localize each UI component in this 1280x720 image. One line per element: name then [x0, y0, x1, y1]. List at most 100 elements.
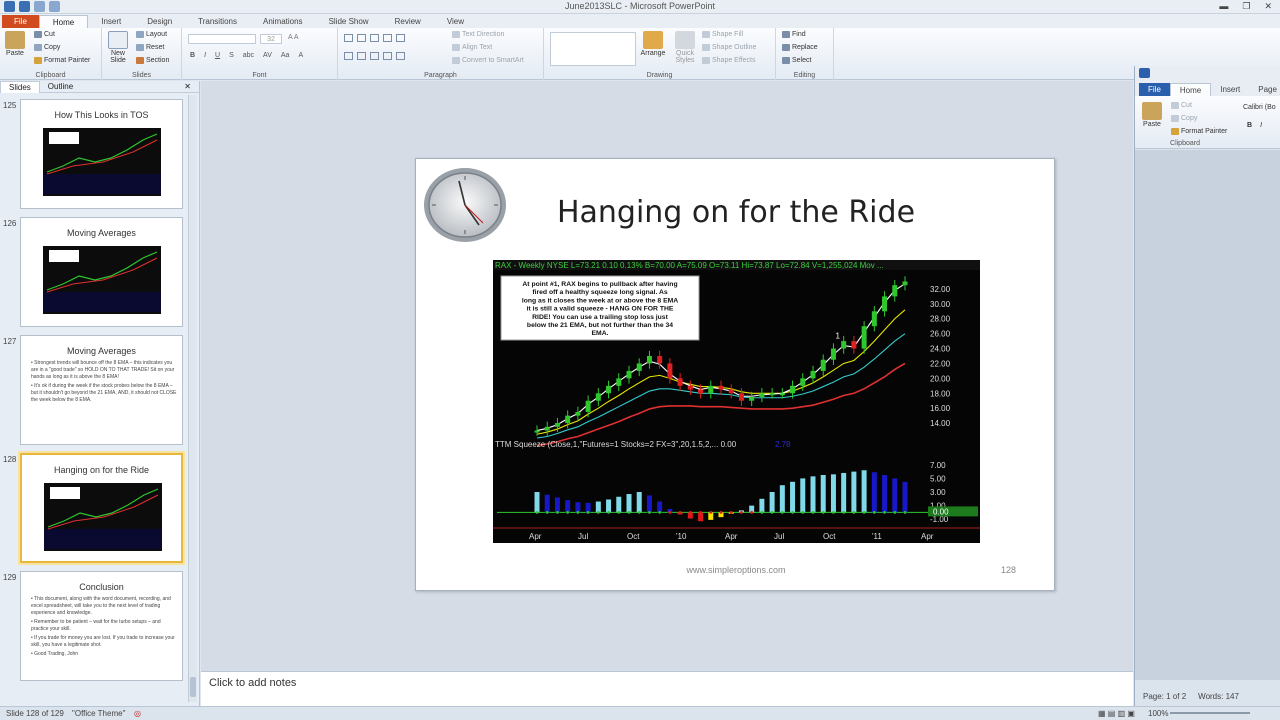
new-slide-button[interactable]: New Slide — [105, 31, 131, 64]
word-tab-insert[interactable]: Insert — [1211, 83, 1249, 96]
select-button[interactable]: Select — [782, 57, 811, 64]
squeeze-bar — [626, 494, 632, 513]
slide-thumbnail-129[interactable]: Conclusion • This document, along with th… — [20, 571, 183, 681]
zoom-level[interactable]: 100% — [1148, 709, 1168, 718]
squeeze-dot — [719, 511, 723, 514]
squeeze-dot — [617, 511, 621, 514]
squeeze-dot — [678, 511, 682, 514]
word-paste-button[interactable]: Paste — [1139, 102, 1165, 128]
price-candle — [769, 393, 775, 396]
find-button[interactable]: Find — [782, 31, 806, 38]
align-buttons[interactable] — [344, 52, 407, 60]
tab-review[interactable]: Review — [382, 15, 434, 28]
shape-fill-button[interactable]: Shape Fill — [702, 31, 743, 38]
format-painter-button[interactable]: Format Painter — [34, 57, 90, 64]
price-candle — [534, 430, 540, 433]
word-copy-button[interactable]: Copy — [1171, 115, 1197, 122]
reset-button[interactable]: Reset — [136, 44, 164, 51]
slide-thumbnail-128[interactable]: Hanging on for the Ride — [20, 453, 183, 563]
word-bold-italic[interactable]: BI — [1247, 122, 1262, 129]
zoom-slider[interactable] — [1170, 712, 1250, 714]
thumbnail-title: Conclusion — [79, 582, 124, 592]
clock-image — [424, 168, 506, 242]
slide-thumbnail-125[interactable]: How This Looks in TOS — [20, 99, 183, 209]
copy-icon — [1171, 115, 1179, 122]
tab-animations[interactable]: Animations — [250, 15, 316, 28]
tab-file[interactable]: File — [2, 15, 39, 28]
squeeze-bar — [769, 492, 775, 513]
tab-transitions[interactable]: Transitions — [185, 15, 250, 28]
text-direction-button[interactable]: Text Direction — [452, 31, 504, 38]
view-buttons[interactable]: ▦ ▤ ▥ ▣ — [1098, 709, 1135, 718]
tab-slides[interactable]: Slides — [0, 80, 40, 93]
reset-icon — [136, 44, 144, 51]
squeeze-bar — [779, 485, 785, 513]
align-text-button[interactable]: Align Text — [452, 44, 492, 51]
section-button[interactable]: Section — [136, 57, 169, 64]
slides-label: Slides — [131, 72, 152, 79]
squeeze-value: 2.78 — [775, 440, 791, 449]
slide-counter: Slide 128 of 129 — [6, 709, 64, 718]
minimize-button[interactable]: ▬ — [1219, 1, 1228, 12]
squeeze-dot — [709, 511, 713, 514]
tab-home[interactable]: Home — [38, 15, 89, 28]
shapes-gallery[interactable] — [550, 32, 636, 66]
restore-button[interactable]: ❐ — [1242, 1, 1250, 12]
word-document-area[interactable] — [1135, 150, 1280, 680]
font-grow-shrink[interactable]: A A — [288, 34, 299, 41]
quick-styles-button[interactable]: Quick Styles — [672, 31, 698, 64]
tab-view[interactable]: View — [434, 15, 477, 28]
quick-styles-icon — [675, 31, 695, 49]
spellcheck-icon[interactable]: ◎ — [134, 709, 141, 718]
align-text-icon — [452, 44, 460, 51]
slide-thumbnail-126[interactable]: Moving Averages — [20, 217, 183, 327]
paste-button[interactable]: Paste — [2, 31, 28, 57]
font-size-box[interactable]: 32 — [260, 34, 282, 44]
squeeze-dot — [872, 511, 876, 514]
replace-button[interactable]: Replace — [782, 44, 818, 51]
squeeze-bar — [657, 501, 663, 513]
cut-button[interactable]: Cut — [34, 31, 55, 38]
squeeze-bar — [606, 499, 612, 513]
thumbnail-chart — [43, 246, 161, 314]
word-word-count: Words: 147 — [1198, 692, 1239, 701]
font-format-buttons[interactable]: B I U Sabc AV Aa A — [190, 52, 303, 59]
squeeze-dot — [770, 511, 774, 514]
panel-scrollbar[interactable] — [188, 95, 197, 702]
word-cut-button[interactable]: Cut — [1171, 102, 1192, 109]
copy-button[interactable]: Copy — [34, 44, 60, 51]
squeeze-bar — [830, 474, 836, 513]
word-font-box[interactable]: Calibri (Bo — [1243, 104, 1276, 111]
slide-thumbnail-127[interactable]: Moving Averages • Strongest trends will b… — [20, 335, 183, 445]
word-app-icon[interactable] — [1139, 68, 1150, 78]
close-panel-icon[interactable]: ✕ — [176, 82, 199, 91]
word-format-painter-button[interactable]: Format Painter — [1171, 128, 1227, 135]
tab-insert[interactable]: Insert — [88, 15, 134, 28]
price-tick-label: 24.00 — [930, 345, 951, 354]
list-buttons[interactable] — [344, 34, 407, 42]
convert-smartart-button[interactable]: Convert to SmartArt — [452, 57, 524, 64]
tab-slide-show[interactable]: Slide Show — [316, 15, 382, 28]
tab-design[interactable]: Design — [134, 15, 185, 28]
arrange-button[interactable]: Arrange — [640, 31, 666, 57]
squeeze-bar — [585, 502, 591, 513]
font-name-box[interactable] — [188, 34, 256, 44]
tab-outline[interactable]: Outline — [40, 82, 81, 91]
shape-effects-button[interactable]: Shape Effects — [702, 57, 755, 64]
section-icon — [136, 57, 144, 64]
word-tab-home[interactable]: Home — [1169, 83, 1212, 96]
notes-pane[interactable]: Click to add notes — [201, 671, 1133, 706]
word-tab-file[interactable]: File — [1139, 83, 1170, 96]
shape-outline-button[interactable]: Shape Outline — [702, 44, 756, 51]
price-candle — [585, 400, 591, 412]
slide-canvas[interactable]: Hanging on for the Ride RAX - Weekly NYS… — [415, 158, 1055, 591]
layout-button[interactable]: Layout — [136, 31, 167, 38]
word-tab-page[interactable]: Page — [1249, 83, 1280, 96]
squeeze-bar — [759, 498, 765, 513]
close-button[interactable]: ✕ — [1264, 1, 1272, 12]
slide-title[interactable]: Hanging on for the Ride — [516, 195, 956, 230]
scrollbar-thumb[interactable] — [190, 677, 196, 697]
thumbnail-title: Moving Averages — [67, 346, 136, 356]
squeeze-bar — [902, 481, 908, 513]
word-tabs: File Home Insert Page — [1135, 80, 1280, 96]
